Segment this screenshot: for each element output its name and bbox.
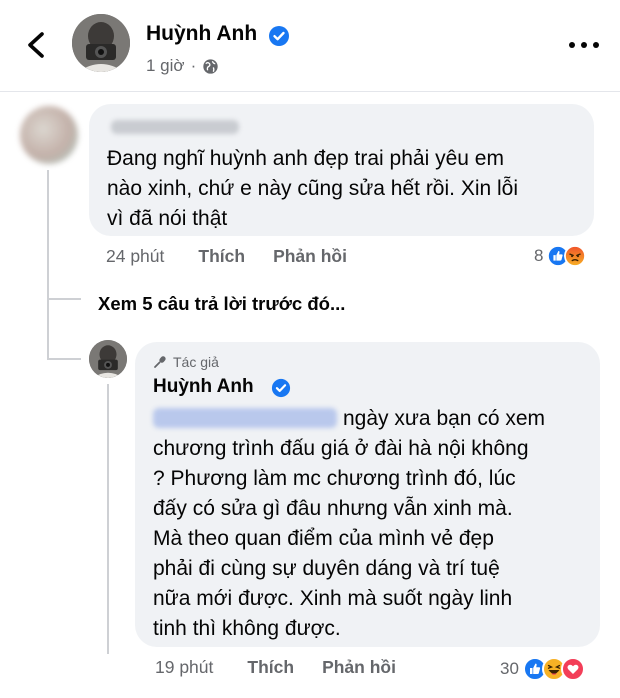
thread-line-vertical-2	[47, 298, 49, 360]
separator-dot: ·	[190, 56, 197, 75]
reply-text: ngày xưa bạn có xem chương trình đấu giá…	[153, 404, 593, 644]
reaction-count: 8	[534, 246, 544, 265]
commenter-name-blurred[interactable]	[111, 120, 239, 134]
reply-like-button[interactable]: Thích	[247, 657, 294, 678]
globe-icon	[203, 58, 218, 74]
comment-bubble: Đang nghĩ huỳnh anh đẹp trai phải yêu em…	[89, 104, 594, 236]
reply-text-first-line: ngày xưa bạn có xem	[343, 407, 546, 430]
reaction-count: 30	[500, 659, 519, 678]
love-reaction-icon	[560, 657, 585, 681]
author-avatar[interactable]	[72, 14, 130, 72]
reply-author-avatar[interactable]	[89, 340, 127, 378]
verified-badge-icon	[269, 26, 289, 46]
thread-line-branch-1	[47, 298, 81, 300]
author-badge: Tác giả	[153, 354, 219, 370]
comment-reactions[interactable]: 8	[534, 245, 587, 267]
reply-time[interactable]: 19 phút	[155, 657, 213, 678]
post-header: Huỳnh Anh 1 giờ ·	[0, 0, 620, 92]
reply-button[interactable]: Phản hồi	[273, 246, 347, 267]
thread-line-vertical	[47, 170, 49, 300]
like-button[interactable]: Thích	[198, 246, 245, 267]
author-name[interactable]: Huỳnh Anh	[146, 22, 257, 46]
reply-text-body: chương trình đấu giá ở đài hà nội không …	[153, 437, 529, 640]
angry-reaction-icon	[564, 245, 587, 267]
more-options-icon[interactable]	[566, 38, 602, 52]
commenter-avatar-blurred[interactable]	[20, 106, 78, 164]
reply-reactions[interactable]: 30	[500, 657, 585, 681]
comment-time[interactable]: 24 phút	[106, 246, 164, 267]
reply-reply-button[interactable]: Phản hồi	[322, 657, 396, 678]
reply-bubble: Tác giả Huỳnh Anh ngày xưa bạn có xem ch…	[135, 342, 600, 647]
view-previous-replies-link[interactable]: Xem 5 câu trả lời trước đó...	[98, 293, 345, 315]
microphone-icon	[154, 356, 166, 368]
verified-badge-icon	[271, 378, 291, 398]
reply-author-name[interactable]: Huỳnh Anh	[153, 376, 254, 398]
reply-thread-line	[107, 384, 109, 654]
thread-line-branch-2	[47, 358, 81, 360]
reply-actions: 19 phút Thích Phản hồi	[155, 657, 396, 678]
comment-actions: 24 phút Thích Phản hồi	[106, 246, 347, 267]
post-meta: 1 giờ ·	[146, 56, 219, 76]
author-badge-label: Tác giả	[173, 354, 219, 370]
post-time[interactable]: 1 giờ	[146, 56, 185, 76]
comment-text: Đang nghĩ huỳnh anh đẹp trai phải yêu em…	[107, 147, 519, 230]
back-chevron-icon[interactable]	[22, 28, 52, 62]
mention-tag-blurred[interactable]	[153, 408, 337, 428]
